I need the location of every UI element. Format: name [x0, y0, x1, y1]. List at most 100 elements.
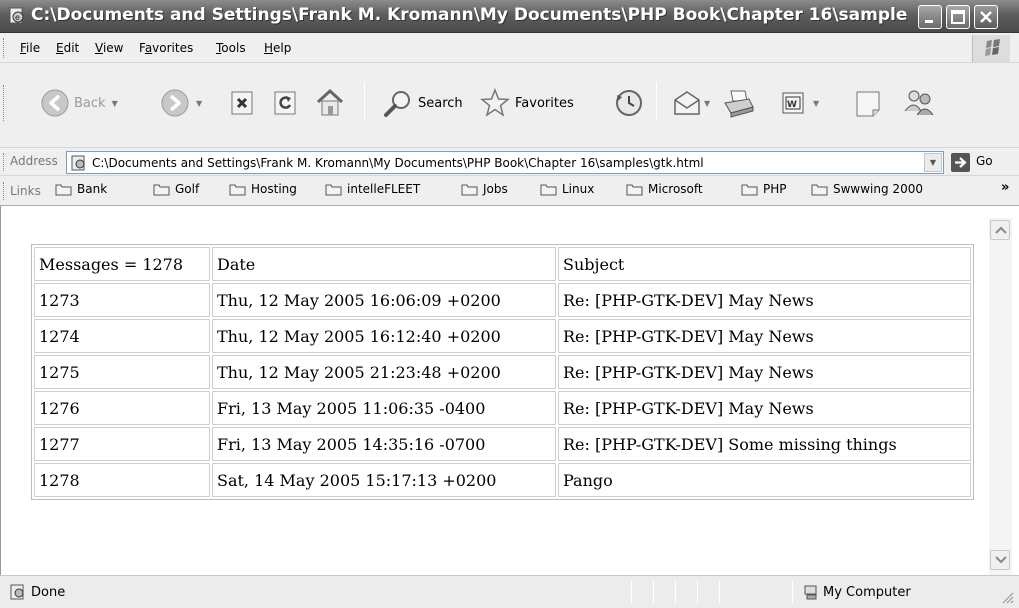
link-label: Golf	[175, 182, 200, 196]
link-jobs[interactable]: Jobs	[461, 182, 508, 196]
vertical-scrollbar[interactable]	[989, 218, 1012, 575]
status-divider	[697, 580, 698, 604]
address-dropdown-icon[interactable]: ▼	[924, 153, 942, 172]
table-row: 1274 Thu, 12 May 2005 16:12:40 +0200 Re:…	[34, 319, 971, 353]
scroll-down-button[interactable]	[990, 550, 1010, 570]
link-bank[interactable]: Bank	[55, 182, 107, 196]
search-icon	[384, 91, 410, 117]
go-label[interactable]: Go	[976, 154, 993, 168]
menu-edit[interactable]: Edit	[56, 41, 79, 55]
page-done-icon	[10, 584, 24, 600]
table-header-row: Messages = 1278 Date Subject	[34, 247, 971, 281]
header-cell-subject: Subject	[558, 247, 971, 281]
links-more-chevron[interactable]: »	[1001, 180, 1009, 195]
table-row: 1277 Fri, 13 May 2005 14:35:16 -0700 Re:…	[34, 427, 971, 461]
mail-envelope-icon	[674, 91, 700, 115]
address-grip[interactable]	[3, 153, 5, 171]
maximize-button[interactable]	[946, 5, 970, 29]
cell-subject: Re: [PHP-GTK-DEV] May News	[558, 319, 971, 353]
status-divider	[675, 580, 676, 604]
toolbar-separator	[656, 82, 657, 120]
back-button[interactable]: Back ▼	[40, 88, 118, 118]
status-divider	[792, 580, 793, 604]
cell-subject: Re: [PHP-GTK-DEV] May News	[558, 355, 971, 389]
menu-tools[interactable]: Tools	[216, 41, 246, 55]
close-button[interactable]	[974, 5, 998, 29]
link-intellefleet[interactable]: intelleFLEET	[325, 182, 420, 196]
table-row: 1278 Sat, 14 May 2005 15:17:13 +0200 Pan…	[34, 463, 971, 497]
link-label: Hosting	[251, 182, 297, 196]
stop-button[interactable]	[229, 88, 257, 118]
address-input[interactable]: C:\Documents and Settings\Frank M. Kroma…	[66, 151, 944, 174]
link-php[interactable]: PHP	[741, 182, 787, 196]
maximize-icon	[951, 10, 965, 24]
cell-date: Thu, 12 May 2005 16:06:09 +0200	[212, 283, 556, 317]
link-swwwing-2000[interactable]: Swwwing 2000	[811, 182, 923, 196]
mail-button[interactable]: ▼	[670, 88, 710, 118]
forward-arrow-icon	[161, 89, 189, 117]
blank-page-icon	[856, 91, 880, 117]
favorites-button[interactable]: Favorites	[479, 87, 574, 119]
scroll-up-button[interactable]	[990, 220, 1010, 240]
address-value[interactable]: C:\Documents and Settings\Frank M. Kroma…	[92, 156, 704, 170]
cell-id: 1276	[34, 391, 210, 425]
cell-id: 1275	[34, 355, 210, 389]
status-text: Done	[31, 585, 66, 600]
folder-icon	[540, 184, 557, 195]
history-icon	[616, 90, 642, 116]
minimize-button[interactable]	[918, 5, 942, 29]
menu-help[interactable]: Help	[264, 41, 291, 55]
cell-id: 1274	[34, 319, 210, 353]
chevron-down-icon	[995, 556, 1007, 564]
forward-button[interactable]: ▼	[160, 88, 202, 118]
toolbar-grip[interactable]	[3, 85, 5, 121]
security-zone-label: My Computer	[823, 585, 911, 600]
link-golf[interactable]: Golf	[153, 182, 199, 196]
favorites-star-icon	[479, 87, 511, 117]
back-arrow-icon	[41, 89, 69, 117]
address-bar: Address C:\Documents and Settings\Frank …	[0, 148, 1019, 176]
home-icon	[316, 88, 344, 116]
cell-id: 1277	[34, 427, 210, 461]
printer-icon	[724, 90, 754, 118]
resize-grip-icon[interactable]	[1000, 590, 1014, 604]
link-label: intelleFLEET	[347, 182, 421, 196]
menu-favorites[interactable]: Favorites	[139, 41, 193, 55]
menu-file[interactable]: File	[20, 41, 40, 55]
link-label: PHP	[763, 182, 787, 196]
home-button[interactable]	[314, 87, 346, 119]
go-button[interactable]	[951, 153, 970, 172]
link-label: Linux	[562, 182, 595, 196]
search-button[interactable]: Search	[382, 88, 463, 118]
svg-text:e: e	[15, 13, 20, 22]
close-icon	[980, 11, 992, 23]
link-microsoft[interactable]: Microsoft	[626, 182, 703, 196]
print-button[interactable]	[721, 87, 757, 119]
page-icon	[71, 155, 85, 171]
refresh-button[interactable]	[272, 88, 300, 118]
title-bar[interactable]: e C:\Documents and Settings\Frank M. Kro…	[0, 0, 1019, 33]
header-cell-date: Date	[212, 247, 556, 281]
minimize-icon	[925, 20, 933, 23]
back-label: Back	[74, 95, 106, 111]
link-hosting[interactable]: Hosting	[229, 182, 297, 196]
history-button[interactable]	[612, 87, 646, 119]
mail-dropdown-icon[interactable]: ▼	[704, 99, 710, 108]
discuss-button[interactable]	[853, 89, 883, 119]
cell-subject: Re: [PHP-GTK-DEV] May News	[558, 283, 971, 317]
messenger-button[interactable]	[901, 87, 937, 119]
edit-button[interactable]: W ▼	[779, 89, 819, 117]
links-grip[interactable]	[3, 182, 5, 200]
link-label: Swwwing 2000	[833, 182, 923, 196]
link-linux[interactable]: Linux	[540, 182, 594, 196]
back-dropdown-icon[interactable]: ▼	[112, 99, 118, 108]
folder-icon	[741, 184, 758, 195]
edit-dropdown-icon[interactable]: ▼	[813, 99, 819, 108]
menu-view[interactable]: View	[95, 41, 123, 55]
standard-toolbar: Back ▼ ▼ Search Favorites ▼ W ▼	[0, 63, 1019, 148]
forward-dropdown-icon[interactable]: ▼	[196, 99, 202, 108]
status-divider	[719, 580, 720, 604]
status-divider	[631, 580, 632, 604]
menu-grip[interactable]	[3, 38, 5, 58]
cell-date: Fri, 13 May 2005 14:35:16 -0700	[212, 427, 556, 461]
